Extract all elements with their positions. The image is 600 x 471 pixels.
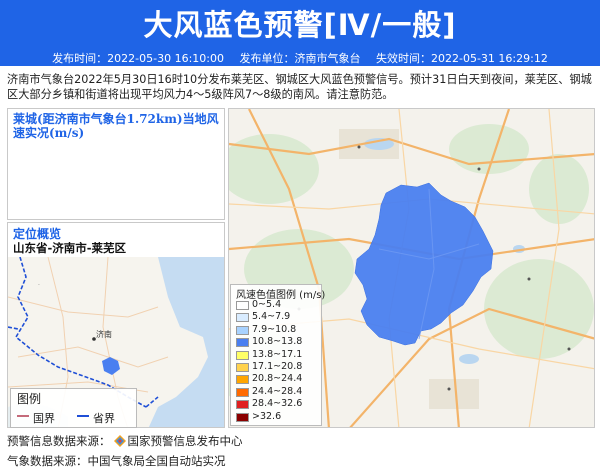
legend-row: 7.9~10.8 [236, 323, 322, 336]
province-border-label: 省界 [93, 412, 115, 425]
weather-source: 中国气象局全国自动站实况 [87, 454, 226, 468]
overview-legend: 图例 国界 省界 [10, 388, 137, 428]
expire-time: 失效时间：2022-05-31 16:29:12 [376, 52, 548, 65]
location-subtitle: 山东省-济南市-莱芜区 [13, 241, 127, 255]
issuer: 发布单位：济南市气象台 [239, 52, 361, 65]
wind-speed-legend: 风速色值图例 (m/s) 0~5.4 5.4~7.9 7.9~10.8 10.8~13… [230, 284, 325, 426]
legend-label: 5.4~7.9 [252, 311, 291, 323]
warning-meta: 发布时间：2022-05-30 16:10:00 发布单位：济南市气象台 失效时… [0, 50, 600, 66]
weather-source-line: 气象数据来源：中国气象局全国自动站实况 [7, 453, 226, 469]
warning-description: 济南市气象台2022年5月30日16时10分发布莱芜区、钢城区大风蓝色预警信号。… [7, 73, 592, 101]
legend-row: 28.4~32.6 [236, 398, 322, 410]
legend-swatch [236, 301, 249, 310]
legend-swatch [236, 363, 249, 372]
warning-header: 大风蓝色预警[Ⅳ/一般] 发布时间：2022-05-30 16:10:00 发布… [0, 0, 600, 66]
national-border-swatch [17, 415, 29, 417]
legend-row: 13.8~17.1 [236, 348, 322, 361]
weather-source-label: 气象数据来源： [7, 454, 88, 468]
legend-swatch [236, 350, 249, 360]
legend-row: 5.4~7.9 [236, 311, 322, 323]
legend-row: 20.8~24.4 [236, 373, 322, 385]
legend-swatch [236, 325, 249, 335]
legend-swatch [236, 313, 249, 323]
legend-label: 17.1~20.8 [252, 361, 303, 372]
legend-label: 13.8~17.1 [252, 348, 303, 360]
warning-source-label: 预警信息数据来源： [7, 434, 111, 448]
legend-swatch [236, 400, 249, 410]
national-border-label: 国界 [33, 412, 55, 425]
nmc-logo-icon [113, 435, 126, 447]
wind-speed-title: 莱城(距济南市气象台1.72km)当地风速实况(m/s) [13, 112, 219, 140]
issue-time: 发布时间：2022-05-30 16:10:00 [52, 52, 224, 65]
warning-source-line: 预警信息数据来源： 国家预警信息发布中心 [7, 433, 243, 449]
svg-text:·: · [38, 282, 40, 289]
legend-swatch [236, 338, 249, 348]
legend-label: 24.4~28.4 [252, 385, 303, 397]
warning-source: 国家预警信息发布中心 [127, 434, 243, 448]
province-border-swatch [77, 415, 89, 417]
legend-label: >32.6 [252, 410, 282, 422]
city-label-jinan: 济南 [96, 329, 112, 339]
legend-label: 28.4~32.6 [252, 398, 303, 410]
legend-label: 0~5.4 [252, 299, 282, 310]
legend-row: 17.1~20.8 [236, 361, 322, 373]
legend-label: 10.8~13.8 [252, 336, 303, 348]
legend-row: 10.8~13.8 [236, 336, 322, 348]
legend-row: 0~5.4 [236, 299, 322, 311]
warning-title: 大风蓝色预警[Ⅳ/一般] [143, 8, 457, 42]
legend-row: 24.4~28.4 [236, 385, 322, 398]
legend-label: 20.8~24.4 [252, 373, 303, 385]
legend-swatch [236, 387, 249, 397]
legend-swatch [236, 375, 249, 385]
overview-legend-title: 图例 [17, 392, 42, 406]
legend-swatch [236, 412, 249, 422]
wind-speed-panel: 莱城(距济南市气象台1.72km)当地风速实况(m/s) [7, 108, 225, 220]
legend-row: >32.6 [236, 410, 322, 423]
legend-label: 7.9~10.8 [252, 323, 297, 335]
